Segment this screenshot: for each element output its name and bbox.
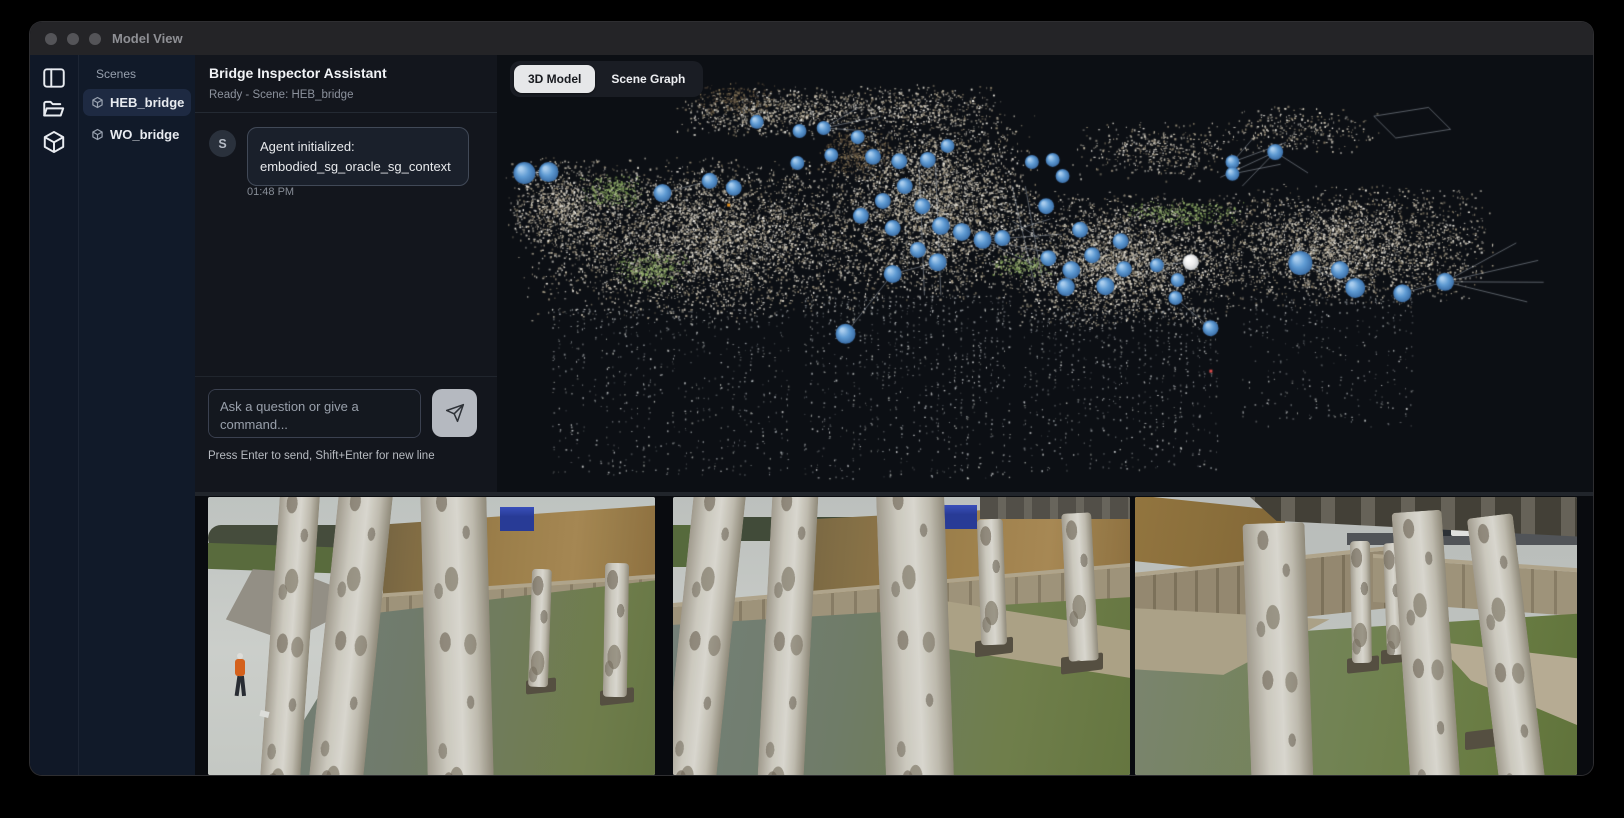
panel-left-icon — [43, 68, 65, 88]
bridge-pier — [527, 568, 553, 688]
tab-3d-model[interactable]: 3D Model — [514, 65, 596, 93]
app-window: Model View Scenes HEB_bridge WO_bridge B… — [30, 22, 1593, 775]
desktop-background: Model View Scenes HEB_bridge WO_bridge B… — [0, 0, 1624, 818]
divider — [195, 376, 497, 377]
window-title: Model View — [112, 31, 183, 46]
message-timestamp: 01:48 PM — [247, 186, 295, 198]
chat-input[interactable] — [208, 389, 421, 438]
blue-building — [500, 507, 534, 531]
message-bubble: Agent initialized: embodied_sg_oracle_sg… — [247, 127, 469, 186]
message-line: Agent initialized: — [260, 139, 355, 154]
bridge-pier — [1349, 540, 1373, 664]
bridge-deck-edge — [980, 497, 1130, 519]
send-button[interactable] — [432, 389, 477, 437]
viewer-tabs: 3D Model Scene Graph — [510, 61, 704, 97]
scene-item-label: HEB_bridge — [110, 95, 185, 110]
bridge-pier — [976, 518, 1008, 646]
bridge-pier — [1242, 521, 1314, 775]
scene-item-heb-bridge[interactable]: HEB_bridge — [83, 89, 191, 116]
avatar: S — [209, 130, 236, 157]
divider — [195, 112, 497, 113]
cube-icon — [92, 96, 103, 109]
open-scene-button[interactable] — [41, 96, 67, 122]
sidebar-toggle-button[interactable] — [41, 65, 67, 91]
bridge-pier — [875, 497, 955, 775]
viewer-canvas[interactable] — [497, 55, 1593, 492]
message-line: embodied_sg_oracle_sg_context — [260, 158, 451, 174]
close-button[interactable] — [45, 33, 57, 45]
cube-icon — [92, 128, 103, 141]
input-hint: Press Enter to send, Shift+Enter for new… — [208, 450, 435, 462]
scene-item-wo-bridge[interactable]: WO_bridge — [83, 121, 191, 148]
chat-title: Bridge Inspector Assistant — [209, 65, 387, 81]
paper-plane-icon — [445, 403, 464, 423]
inspector-person — [233, 653, 247, 697]
folder-open-icon — [43, 100, 65, 117]
inspection-photo-3[interactable] — [1135, 497, 1577, 775]
viewer-panel[interactable]: 3D Model Scene Graph — [497, 55, 1593, 492]
inspection-photo-1[interactable] — [208, 497, 655, 775]
inspection-photo-2[interactable] — [673, 497, 1130, 775]
model-library-button[interactable] — [41, 129, 67, 155]
titlebar: Model View — [30, 22, 1593, 56]
chat-panel: Bridge Inspector Assistant Ready - Scene… — [195, 55, 497, 492]
bridge-pier — [602, 562, 630, 698]
cube-icon — [43, 130, 65, 154]
nav-rail — [30, 55, 79, 775]
scenes-panel: Scenes HEB_bridge WO_bridge — [79, 55, 196, 775]
scene-item-label: WO_bridge — [110, 127, 180, 142]
photo-strip — [195, 492, 1593, 775]
maximize-button[interactable] — [89, 33, 101, 45]
minimize-button[interactable] — [67, 33, 79, 45]
blue-building — [941, 505, 977, 529]
bridge-pier — [420, 497, 494, 775]
scenes-header: Scenes — [96, 67, 137, 81]
tab-scene-graph[interactable]: Scene Graph — [597, 65, 699, 93]
chat-status: Ready - Scene: HEB_bridge — [209, 89, 354, 101]
